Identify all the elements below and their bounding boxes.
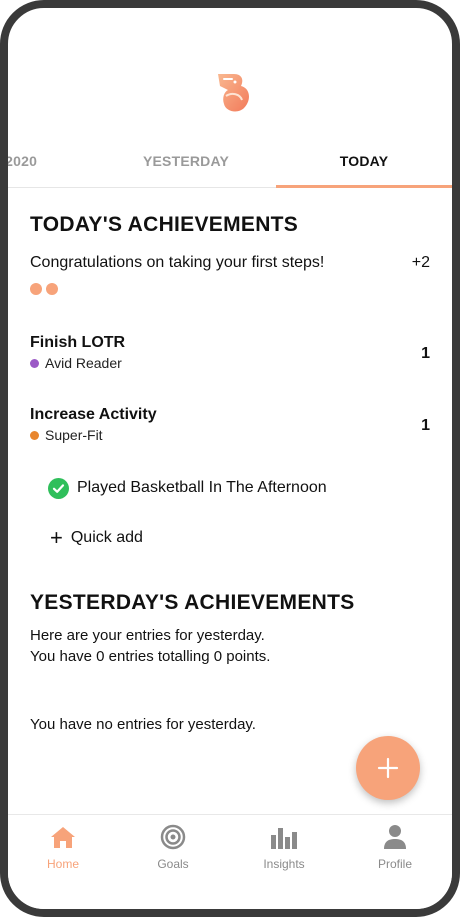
home-icon [18, 823, 108, 851]
person-icon [350, 823, 440, 851]
goal-item[interactable]: Finish LOTR Avid Reader [30, 334, 430, 371]
entry-label: Played Basketball In The Afternoon [77, 479, 327, 496]
quick-add-label: Quick add [70, 529, 143, 546]
yesterday-summary: You have 0 entries totalling 0 points. [30, 648, 271, 665]
plus-icon: + [50, 525, 63, 550]
nav-profile-label: Profile [377, 857, 412, 871]
target-icon [128, 823, 218, 851]
quick-add-button[interactable]: + Quick add [50, 525, 143, 550]
category-dot [30, 431, 39, 440]
yesterday-intro: Here are your entries for yesterday. [30, 627, 265, 644]
date-tabs: TH 2020 YESTERDAY TODAY [8, 140, 452, 188]
app-logo [218, 74, 250, 112]
goal-category: Super-Fit [30, 427, 430, 443]
entry-item[interactable]: Played Basketball In The Afternoon [48, 476, 327, 500]
yesterday-title: YESTERDAY'S ACHIEVEMENTS [30, 591, 355, 614]
nav-profile[interactable]: Profile [350, 823, 440, 871]
goal-count: 1 [421, 345, 430, 362]
nav-insights-label: Insights [263, 857, 305, 871]
goal-title: Increase Activity [30, 406, 157, 423]
category-dot [30, 359, 39, 368]
tab-today[interactable]: TODAY [276, 140, 452, 188]
add-entry-button[interactable] [356, 736, 420, 800]
goal-category: Avid Reader [30, 355, 430, 371]
app-screen: TH 2020 YESTERDAY TODAY TODAY'S ACHIEVEM… [8, 8, 452, 909]
goal-category-label: Super-Fit [45, 427, 103, 443]
active-tab-indicator [276, 185, 452, 188]
nav-insights[interactable]: Insights [239, 823, 329, 871]
progress-dot [46, 283, 58, 295]
progress-dot [30, 283, 42, 295]
plus-icon [377, 757, 399, 779]
goal-count: 1 [421, 417, 430, 434]
goal-item[interactable]: Increase Activity Super-Fit [30, 406, 430, 443]
goal-title: Finish LOTR [30, 334, 126, 351]
congrats-message: Congratulations on taking your first ste… [30, 254, 325, 271]
tab-date[interactable]: TH 2020 [8, 140, 108, 188]
nav-goals[interactable]: Goals [128, 823, 218, 871]
nav-goals-label: Goals [157, 857, 189, 871]
bottom-nav: Home Goals Insights Profile [8, 814, 452, 909]
device-frame: TH 2020 YESTERDAY TODAY TODAY'S ACHIEVEM… [0, 0, 460, 917]
points-badge: +2 [411, 254, 430, 271]
yesterday-empty-message: You have no entries for yesterday. [30, 716, 256, 733]
check-circle-icon [48, 477, 69, 499]
tab-yesterday[interactable]: YESTERDAY [118, 140, 254, 188]
nav-home[interactable]: Home [18, 823, 108, 871]
progress-dots [30, 282, 62, 300]
nav-home-label: Home [46, 857, 79, 871]
bar-chart-icon [239, 823, 329, 851]
today-title: TODAY'S ACHIEVEMENTS [30, 213, 299, 236]
goal-category-label: Avid Reader [45, 355, 122, 371]
